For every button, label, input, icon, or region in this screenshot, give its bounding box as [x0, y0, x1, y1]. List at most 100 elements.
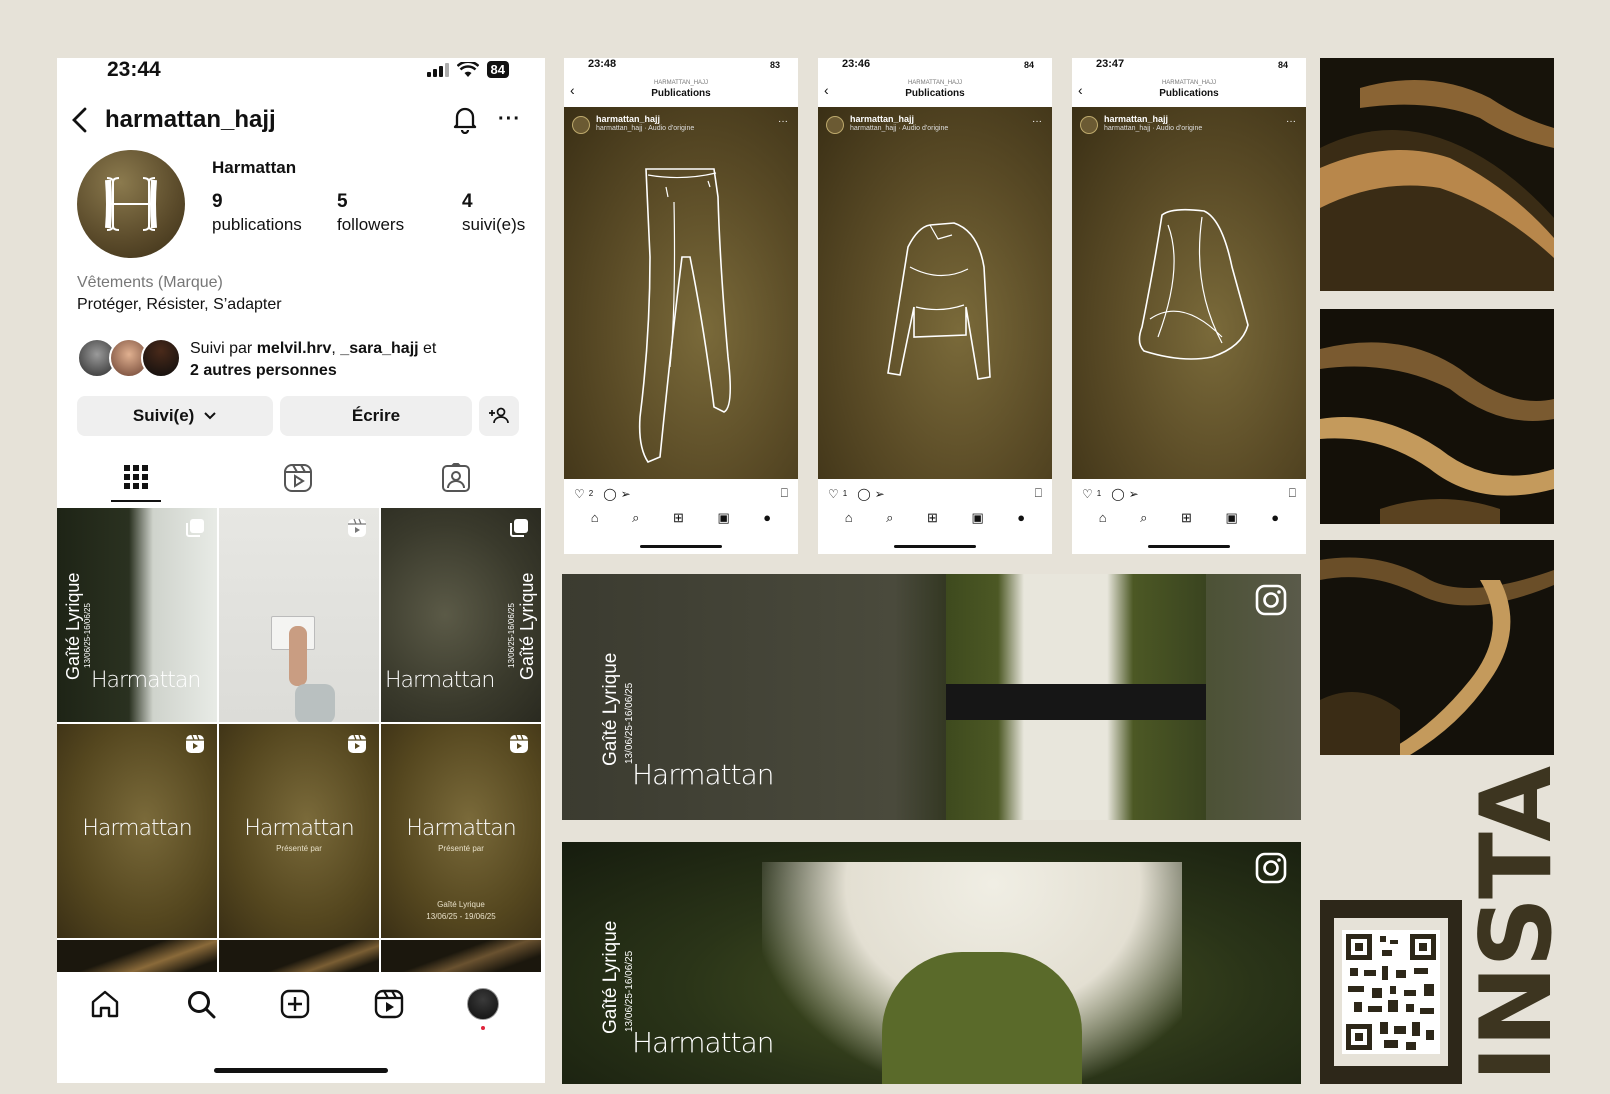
post-dates: 13/06/25-16/06/25: [507, 603, 516, 668]
post-tile[interactable]: [219, 508, 379, 722]
page-title: Publications: [905, 88, 965, 99]
profile-nav-avatar[interactable]: ●: [1017, 510, 1025, 526]
status-time: 23:46: [842, 58, 871, 70]
followed-by-text[interactable]: Suivi par melvil.hrv, _sara_hajj et 2 au…: [190, 338, 436, 382]
banner-post-1[interactable]: Gaîté Lyrique 13/06/25-16/06/25 Harmatta…: [562, 574, 1301, 820]
qr-code-stamp[interactable]: [1320, 900, 1462, 1084]
post-image[interactable]: [1072, 107, 1306, 479]
post-image[interactable]: [564, 107, 798, 479]
banner-post-2[interactable]: Gaîté Lyrique 13/06/25-16/06/25 Harmatta…: [562, 842, 1301, 1084]
reels-icon[interactable]: [373, 988, 405, 1020]
tab-reels[interactable]: [273, 456, 323, 502]
share-icon[interactable]: ➢: [621, 487, 631, 501]
profile-nav-avatar[interactable]: ●: [1271, 510, 1279, 526]
following-button[interactable]: Suivi(e): [77, 396, 273, 436]
bookmark-icon[interactable]: ⎕: [1289, 486, 1296, 501]
home-icon[interactable]: ⌂: [591, 510, 599, 526]
post-venue: Gaîté Lyrique: [63, 572, 83, 680]
banner-venue: Gaîté Lyrique: [600, 920, 621, 1034]
avatar: [572, 116, 590, 134]
chevron-down-icon: [204, 412, 216, 420]
heart-icon[interactable]: ♡: [1082, 487, 1093, 501]
create-post-icon[interactable]: ⊞: [927, 510, 938, 526]
more-options-icon[interactable]: ···: [1032, 116, 1042, 127]
signal-icon: [426, 62, 449, 77]
add-user-button[interactable]: [479, 396, 519, 436]
comment-icon[interactable]: ◯: [1111, 487, 1124, 501]
status-time: 23:48: [588, 58, 617, 70]
stat-publications[interactable]: 9 publications: [212, 191, 337, 235]
post-tile[interactable]: Harmattan Présenté par: [219, 724, 379, 938]
home-icon[interactable]: ⌂: [1099, 510, 1107, 526]
share-icon[interactable]: ➢: [875, 487, 885, 501]
profile-tabs: [57, 456, 545, 506]
insta-label: INSTA: [1460, 767, 1574, 1082]
reels-icon: [348, 734, 366, 753]
following-button-label: Suivi(e): [132, 406, 195, 425]
more-options-icon[interactable]: ···: [498, 109, 521, 129]
post-tile[interactable]: Harmattan: [57, 724, 217, 938]
more-options-icon[interactable]: ···: [1286, 116, 1296, 127]
followed-separator: ,: [331, 340, 341, 357]
profile-nav-avatar[interactable]: ●: [763, 510, 771, 526]
create-post-icon[interactable]: [279, 988, 311, 1020]
post-image[interactable]: [818, 107, 1052, 479]
heart-icon[interactable]: ♡: [828, 487, 839, 501]
post-actions: ♡ 2 ◯ ➢ ⎕: [574, 486, 788, 501]
profile-category: Vêtements (Marque): [77, 274, 223, 291]
account-label: HARMATTAN_HAJJ: [907, 80, 963, 86]
message-button-label: Écrire: [351, 406, 401, 425]
home-icon[interactable]: ⌂: [845, 510, 853, 526]
profile-nav-avatar[interactable]: [467, 988, 499, 1020]
tab-tagged[interactable]: [431, 456, 481, 502]
bell-icon[interactable]: [451, 104, 479, 134]
stat-followers[interactable]: 5 followers: [337, 191, 462, 235]
message-button[interactable]: Écrire: [280, 396, 472, 436]
bookmark-icon[interactable]: ⎕: [781, 486, 788, 501]
reels-icon[interactable]: ▣: [971, 510, 983, 526]
create-post-icon[interactable]: ⊞: [1181, 510, 1192, 526]
like-count: 1: [1096, 489, 1102, 498]
sleeve: [295, 684, 335, 722]
profile-stats: 9 publications 5 followers 4 suivi(e)s: [212, 191, 545, 235]
post-tile[interactable]: Harmattan Présenté par Gaîté Lyrique 13/…: [381, 724, 541, 938]
status-icons: 84: [426, 61, 509, 78]
dune-image-2: [1320, 309, 1554, 524]
heart-icon[interactable]: ♡: [574, 487, 585, 501]
top-sketch: [887, 222, 991, 380]
profile-avatar[interactable]: [77, 150, 185, 258]
search-icon[interactable]: ⌕: [1140, 510, 1147, 526]
comment-icon[interactable]: ◯: [603, 487, 616, 501]
brand-logo-icon: [105, 177, 157, 231]
bookmark-icon[interactable]: ⎕: [1035, 486, 1042, 501]
comment-icon[interactable]: ◯: [857, 487, 870, 501]
search-icon[interactable]: [185, 988, 217, 1020]
home-icon[interactable]: [89, 988, 121, 1020]
post-username: harmattan_hajj: [850, 114, 915, 124]
followed-user: _sara_hajj: [340, 340, 419, 357]
search-icon[interactable]: ⌕: [886, 510, 893, 526]
reels-icon: [186, 734, 204, 753]
model-shirt: [882, 952, 1082, 1084]
post-tile[interactable]: Harmattan Gaîté Lyrique 13/06/25-16/06/2…: [381, 508, 541, 722]
share-icon[interactable]: ➢: [1129, 487, 1139, 501]
reels-icon[interactable]: ▣: [1225, 510, 1237, 526]
stat-number: 4: [462, 191, 473, 212]
post-brand: Harmattan: [406, 816, 516, 841]
status-time: 23:47: [1096, 58, 1125, 70]
stat-label: followers: [337, 215, 405, 234]
followed-by-avatars[interactable]: [77, 338, 187, 378]
more-options-icon[interactable]: ···: [778, 116, 788, 127]
post-tile[interactable]: Gaîté Lyrique 13/06/25-16/06/25 Harmatta…: [57, 508, 217, 722]
back-arrow-icon[interactable]: [69, 106, 91, 134]
banner-brand: Harmattan: [632, 758, 775, 791]
create-post-icon[interactable]: ⊞: [673, 510, 684, 526]
tab-grid[interactable]: [111, 456, 161, 502]
search-icon[interactable]: ⌕: [632, 510, 639, 526]
grid-icon: [124, 465, 148, 489]
reels-icon[interactable]: ▣: [717, 510, 729, 526]
stat-following[interactable]: 4 suivi(e)s: [462, 191, 545, 235]
post-dates: 13/06/25-16/06/25: [83, 603, 92, 668]
profile-bio: Protéger, Résister, S’adapter: [77, 296, 282, 313]
banner-venue: Gaîté Lyrique: [600, 652, 621, 766]
